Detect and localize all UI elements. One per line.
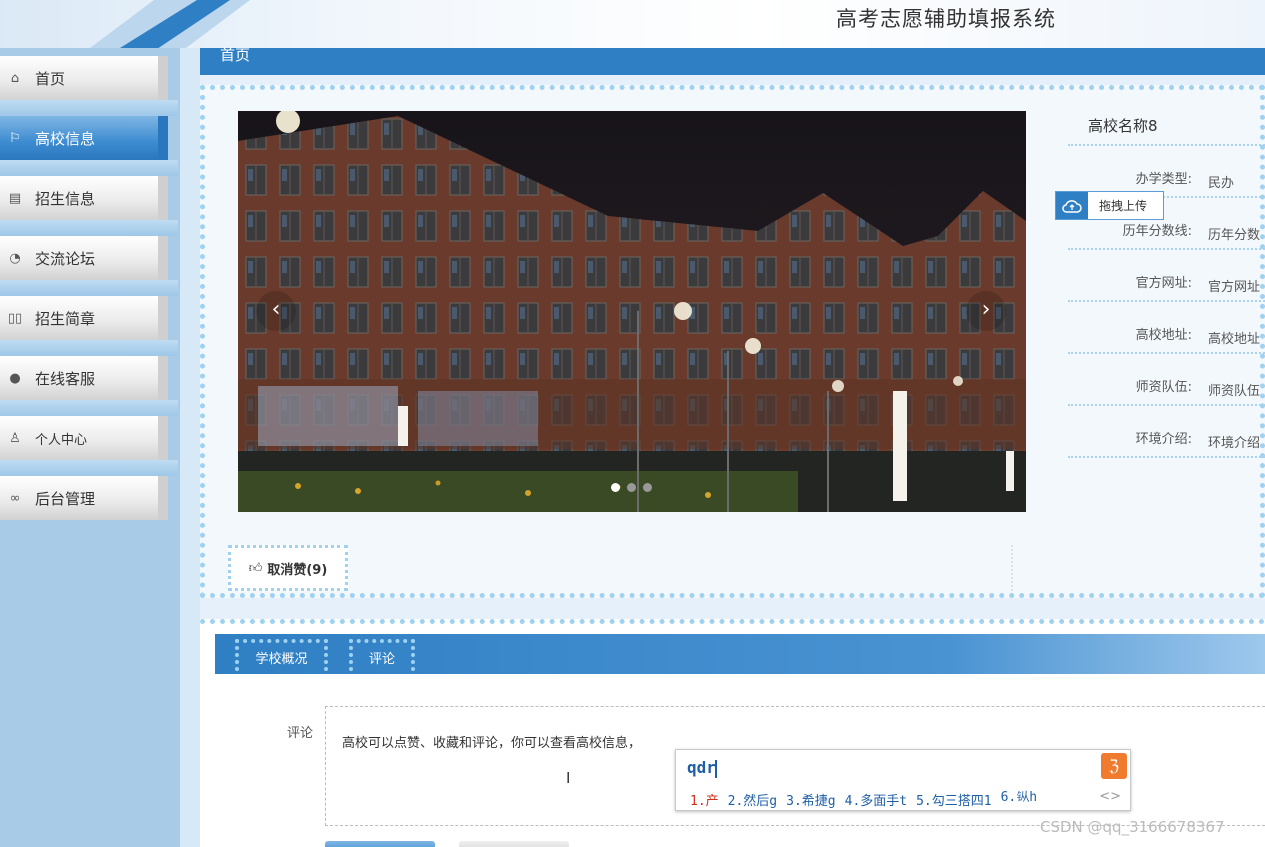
ime-candidate[interactable]: 6.𫓩h [1001, 790, 1037, 809]
upload-label: 拖拽上传 [1099, 199, 1148, 213]
sidebar-divider [0, 220, 178, 236]
sidebar-item-label: 招生简章 [35, 309, 96, 328]
ime-logo-icon[interactable]: ℨ [1101, 753, 1127, 779]
ime-candidate[interactable]: 4.多面手t [845, 790, 907, 809]
divider [1068, 300, 1265, 302]
divider [1068, 248, 1265, 250]
comment-text: 高校可以点赞、收藏和评论，你可以查看高校信息， [342, 736, 642, 751]
calendar-icon: ▤ [8, 190, 22, 206]
sidebar-item-label: 交流论坛 [35, 249, 96, 268]
detail-tab-panel: 学校概况 评论 评论 高校可以点赞、收藏和评论，你可以查看高校信息， I [200, 619, 1265, 847]
sidebar-item-label: 高校信息 [35, 129, 96, 148]
ime-page-arrows-icon[interactable]: <> [1099, 789, 1121, 804]
site-title: 高考志愿辅助填报系统 [836, 7, 1056, 31]
tab-school-overview[interactable]: 学校概况 [235, 639, 328, 671]
carousel-dot[interactable] [643, 483, 652, 492]
field-value-score-lines: 历年分数 [1208, 228, 1261, 243]
carousel-dot[interactable] [627, 483, 636, 492]
carousel-prev-button[interactable]: ‹ [256, 291, 296, 331]
action-row: 👍︎ 取消赞(9) [228, 545, 1013, 591]
field-label-school-type: 办学类型: [1135, 172, 1192, 187]
submit-button[interactable] [325, 841, 435, 847]
field-label-score-lines: 历年分数线: [1122, 224, 1192, 239]
field-label-address: 高校地址: [1135, 328, 1192, 343]
unlike-label: 取消赞(9) [267, 562, 328, 578]
breadcrumb-home[interactable]: 首页 [220, 44, 250, 65]
sidebar-divider [0, 400, 178, 416]
sidebar-item-label: 招生信息 [35, 189, 96, 208]
divider [1068, 144, 1265, 146]
field-value-environment: 环境介绍 [1208, 436, 1261, 451]
sidebar-item-forum[interactable]: ◔ 交流论坛 [0, 236, 168, 280]
carousel-next-button[interactable]: › [966, 291, 1006, 331]
sidebar-item-school-info[interactable]: ⚐ 高校信息 [0, 116, 168, 160]
sidebar-item-brochure[interactable]: ▯▯ 招生简章 [0, 296, 168, 340]
sidebar-divider [0, 340, 178, 356]
field-value-address: 高校地址 [1208, 332, 1261, 347]
sidebar-item-label: 首页 [35, 69, 66, 88]
sidebar-item-label: 个人中心 [35, 432, 88, 448]
sidebar: ⌂ 首页 ⚐ 高校信息 ▤ 招生信息 ◔ 交流论坛 ▯▯ 招生简章 ● 在线客服… [0, 48, 180, 847]
reset-button[interactable] [459, 841, 569, 847]
image-carousel[interactable]: ‹ › [238, 111, 1026, 512]
sidebar-divider [0, 280, 178, 296]
divider [1068, 352, 1265, 354]
thumbs-up-icon: 👍︎ [248, 560, 263, 576]
ime-candidate[interactable]: 3.希捷g [786, 790, 835, 809]
tab-comments[interactable]: 评论 [349, 639, 415, 671]
ime-candidate[interactable]: 2.然后g [728, 790, 777, 809]
tab-bar: 学校概况 评论 [215, 634, 1265, 674]
main-content: 首页 ‹ › 高校名称8 办学类型: 民办 历年分数线: 历年分数 官方网址: … [200, 46, 1265, 847]
carousel-dot[interactable] [611, 483, 620, 492]
home-icon: ⌂ [10, 70, 20, 86]
sidebar-item-label: 后台管理 [35, 489, 96, 508]
field-label-environment: 环境介绍: [1135, 432, 1192, 447]
divider [1068, 404, 1265, 406]
header-bar: 高考志愿辅助填报系统 [0, 0, 1265, 48]
flag-icon: ⚐ [9, 130, 21, 146]
book-icon: ▯▯ [7, 310, 23, 326]
cloud-upload-icon [1056, 192, 1088, 219]
field-value-faculty: 师资队伍 [1208, 384, 1261, 399]
comment-label: 评论 [287, 726, 314, 741]
ime-candidate[interactable]: 1.产 [690, 790, 719, 809]
ime-composition-text: qdr [687, 758, 716, 777]
sidebar-item-label: 在线客服 [35, 369, 96, 388]
sidebar-item-home[interactable]: ⌂ 首页 [0, 56, 168, 100]
drag-upload-button[interactable]: 拖拽上传 [1055, 191, 1164, 220]
ime-candidate[interactable]: 5.勾三搭四1 [916, 790, 991, 809]
breadcrumb: 首页 [200, 46, 1265, 75]
ime-candidate-popup: qdr ℨ 1.产 2.然后g 3.希捷g 4.多面手t 5.勾三搭四1 6.𫓩… [675, 749, 1131, 811]
field-value-school-type: 民办 [1208, 176, 1235, 191]
link-icon: ∞ [9, 490, 21, 506]
palette-icon: ◔ [9, 250, 21, 266]
unlike-button[interactable]: 👍︎ 取消赞(9) [228, 545, 348, 591]
sidebar-item-customer-service[interactable]: ● 在线客服 [0, 356, 168, 400]
sidebar-item-admission-info[interactable]: ▤ 招生信息 [0, 176, 168, 220]
text-cursor-icon: I [566, 769, 571, 787]
sidebar-item-personal-center[interactable]: ♙ 个人中心 [0, 416, 168, 460]
field-label-faculty: 师资队伍: [1135, 380, 1192, 395]
chat-icon: ● [9, 370, 21, 386]
sidebar-divider [0, 160, 178, 176]
ime-caret [715, 760, 717, 778]
sidebar-edge [180, 48, 200, 847]
sidebar-divider [0, 460, 178, 476]
school-name: 高校名称8 [1088, 117, 1158, 135]
field-label-website: 官方网址: [1135, 276, 1192, 291]
sidebar-item-admin[interactable]: ∞ 后台管理 [0, 476, 168, 520]
field-value-website: 官方网址 [1208, 280, 1261, 295]
ime-candidate-list: 1.产 2.然后g 3.希捷g 4.多面手t 5.勾三搭四1 6.𫓩h [690, 790, 1046, 809]
user-icon: ♙ [9, 430, 21, 446]
watermark: CSDN @qq_3166678367 [1040, 818, 1225, 836]
campus-photo [238, 111, 1026, 512]
divider [1068, 456, 1265, 458]
sidebar-divider [0, 100, 178, 116]
